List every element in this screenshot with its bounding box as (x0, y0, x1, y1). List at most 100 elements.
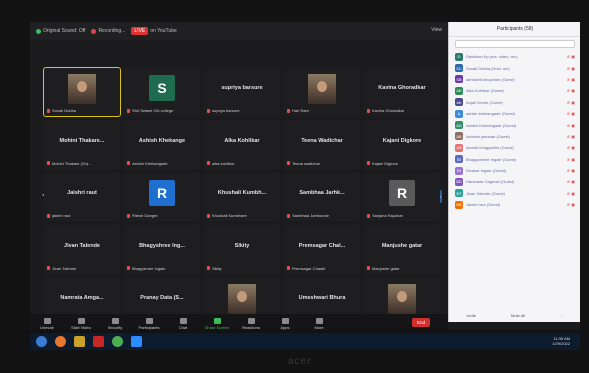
more-options-button[interactable]: ... (560, 313, 563, 318)
monitor-brand-logo: acer (288, 356, 312, 367)
participant-row[interactable]: AB Ashwini jamadar (Guest) ⊘ ▣ (449, 131, 580, 142)
reactions-button[interactable]: Reactions (234, 318, 268, 330)
participant-tile[interactable]: supriya barsure supriya barsure (204, 68, 280, 117)
invite-button[interactable]: Invite (466, 313, 476, 318)
participant-row[interactable]: SC Sonali Dubba (Host, me) ⊘ ▣ (449, 62, 580, 73)
participant-avatar: SB (455, 75, 463, 84)
participant-label: Kajani Digkore (367, 161, 398, 166)
mic-camera-status-icon: ⊘ ▣ (566, 76, 575, 82)
participant-tile[interactable]: Sambhaa Jarhk... Sambhaa Jarhkunde (284, 172, 360, 222)
more-button[interactable]: More (302, 318, 336, 330)
participant-name: Pranay Data (S... (140, 295, 184, 302)
participant-label-text: Slkity (212, 265, 222, 271)
participant-tile[interactable]: Teena Wadichar Teena wadichar (284, 120, 360, 169)
muted-mic-icon (47, 266, 50, 271)
participant-name: Asmita bhagyadhe (Guest) (466, 145, 514, 151)
participant-tile[interactable]: Sonali Dubba (43, 66, 121, 118)
participants-panel: Participants (58) D Ravikiran Kp (me, vid… (448, 22, 580, 322)
file-explorer-icon[interactable] (74, 336, 85, 347)
participant-tile[interactable]: Alka Kohlikar alka kohlikar (204, 120, 280, 169)
participant-avatar: BI (455, 155, 463, 164)
participant-label: Sonali Dubba (47, 108, 76, 113)
participant-name: Jivan Talende (Guest) (466, 190, 505, 196)
participant-label-text: Mohini Thakare (Sn)... (52, 160, 92, 166)
muted-mic-icon (367, 213, 370, 218)
recording-indicator[interactable]: Recording... (91, 28, 125, 34)
participant-row[interactable]: BD Harshada Gagresh (Guest) ⊘ ▣ (449, 176, 580, 187)
apps-button[interactable]: Apps (268, 318, 302, 330)
mic-camera-status-icon: ⊘ ▣ (566, 65, 575, 71)
participant-label: Kavina Ghoradkar (367, 108, 404, 113)
participant-row[interactable]: BI Divakar Ingale (Guest) ⊘ ▣ (449, 165, 580, 176)
participant-name: Bhagyashree Ingale (Guest) (466, 156, 517, 162)
participant-row[interactable]: BB Jaishri raut (Guest) ⊘ ▣ (449, 199, 580, 210)
participant-avatar: BD (455, 177, 463, 186)
media-player-icon[interactable] (93, 336, 104, 347)
participant-label-text: Manjushe gatar (372, 265, 400, 271)
mic-camera-status-icon: ⊘ ▣ (566, 156, 575, 162)
mute-all-button[interactable]: Mute All (511, 313, 525, 318)
participant-tile[interactable]: Premsagar Chal... Premsagar Chaalé (284, 225, 360, 274)
sound-icon (36, 28, 41, 34)
participant-tile[interactable]: Jaishri raut jaishri raut (44, 172, 120, 222)
participant-row[interactable]: SB abhiskell bhuyahde (Guest) ⊘ ▣ (449, 74, 580, 85)
participant-tile[interactable]: R Sanjana Rajurkar (364, 172, 440, 222)
participant-name: Premsagar Chal... (298, 242, 346, 249)
participant-tile[interactable]: Ashish Khekange Ashish Khekangade (124, 120, 200, 169)
zoom-app-icon[interactable] (131, 336, 142, 347)
participant-tile[interactable]: Slkity Slkity (204, 225, 280, 274)
share-screen-button[interactable]: Share Screen (200, 318, 234, 330)
participant-name: Mohini Thakare... (59, 137, 105, 144)
participant-list: D Ravikiran Kp (me, video, rec) ⊘ ▣ SC Sonal… (449, 51, 580, 210)
participant-row[interactable]: BT Jivan Talende (Guest) ⊘ ▣ (449, 188, 580, 199)
participant-row[interactable]: AB Asmita bhagyadhe (Guest) ⊘ ▣ (449, 142, 580, 153)
firefox-icon[interactable] (55, 336, 66, 347)
participant-avatar: AK (455, 98, 463, 107)
participant-name: abhiskell bhuyahde (Guest) (466, 76, 515, 82)
participant-label: Jivan Talende (47, 266, 76, 271)
view-button[interactable]: View (431, 27, 442, 33)
original-sound-toggle[interactable]: Original Sound: Off (36, 28, 85, 34)
participant-row[interactable]: D Ravikiran Kp (me, video, rec) ⊘ ▣ (449, 51, 580, 62)
participants-button[interactable]: Participants (132, 318, 166, 330)
mic-camera-status-icon: ⊘ ▣ (566, 133, 575, 139)
participant-name: Harshada Gagresh (Guest) (466, 179, 515, 185)
participant-tile[interactable]: R Ritesh Dangre (124, 172, 200, 222)
participant-row[interactable]: AK Anjali Verule (Guest) ⊘ ▣ (449, 97, 580, 108)
participant-name: Bhagyshree Ing... (139, 242, 185, 249)
unmute-button[interactable]: Unmute (30, 318, 64, 330)
participant-tile[interactable]: Khushali Kumbh... Khushali Kumbhare (204, 172, 280, 222)
participant-row[interactable]: AD Ashish Khekangade (Guest) ⊘ ▣ (449, 119, 580, 130)
participant-row[interactable]: BI Bhagyashree Ingale (Guest) ⊘ ▣ (449, 154, 580, 165)
muted-mic-icon (127, 108, 130, 113)
participant-name: supriya barsure (221, 85, 263, 92)
participant-avatar: R (149, 180, 175, 207)
participant-row[interactable]: AK Alka Kohlikar (Guest) ⊘ ▣ (449, 85, 580, 96)
participant-name: Sambhaa Jarhk... (299, 190, 345, 197)
participant-label: Khushali Kumbhare (207, 213, 247, 218)
participant-tile[interactable]: S Shri Swami Ctb college (124, 68, 200, 117)
participant-video (228, 283, 256, 314)
end-meeting-button[interactable]: End (411, 318, 430, 327)
participant-tile[interactable]: Jivan Talende Jivan Talende (44, 225, 120, 274)
participant-tile[interactable]: Manjushe gatar Manjushe gatar (364, 225, 440, 274)
participant-tile[interactable]: Mohini Thakare... Mohini Thakare (Sn)... (44, 120, 120, 169)
chrome-icon[interactable] (112, 336, 123, 347)
participant-name: Khushali Kumbh... (217, 190, 267, 197)
windows-taskbar: 11:35 AM 1/29/2022 (30, 333, 580, 350)
muted-mic-icon (127, 266, 130, 271)
security-button[interactable]: Security (98, 318, 132, 330)
participant-search-input[interactable] (455, 40, 575, 48)
participant-tile[interactable]: Kavina Ghoradkar Kavina Ghoradkar (364, 68, 440, 117)
mic-camera-status-icon: ⊘ ▣ (566, 122, 575, 128)
participant-row[interactable]: Aashish khekangade (Guest) ⊘ ▣ (449, 108, 580, 119)
live-stream-indicator[interactable]: LIVE on YouTube (131, 27, 177, 35)
participant-tile[interactable]: Kajani Digkore Kajani Digkore (364, 120, 440, 169)
zoom-window: Original Sound: Off Recording... LIVE on … (30, 22, 580, 330)
participant-tile[interactable]: Bhagyshree Ing... Bhagyshree Ingale (124, 225, 200, 274)
start-menu-icon[interactable] (36, 336, 47, 347)
mic-camera-status-icon: ⊘ ▣ (566, 168, 575, 174)
start-video-button[interactable]: Start Video (64, 318, 98, 330)
participant-tile[interactable]: Hari Ram (284, 68, 360, 117)
chat-button[interactable]: Chat (166, 318, 200, 330)
